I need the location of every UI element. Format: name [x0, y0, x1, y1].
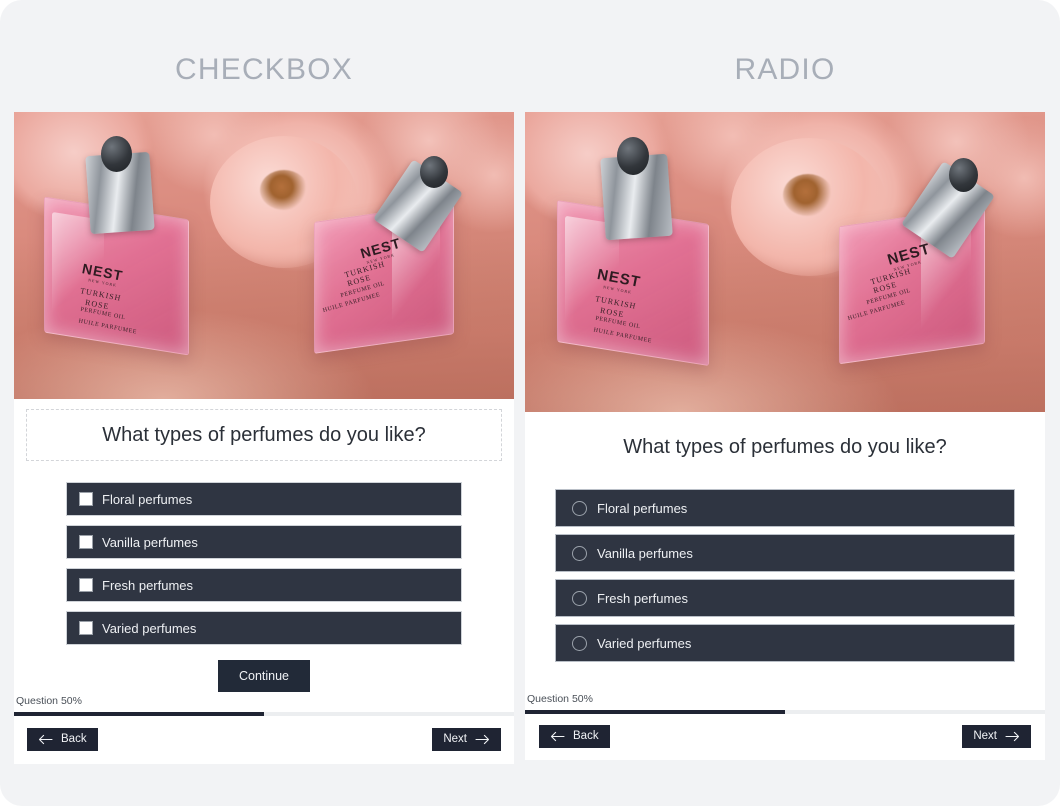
checkbox-icon[interactable]	[79, 578, 93, 592]
option-label: Varied perfumes	[102, 620, 197, 636]
hero-product-image-radio: NEST NEW YORK TURKISH ROSE PERFUME OIL H…	[525, 112, 1045, 412]
option-label: Floral perfumes	[597, 500, 688, 516]
option-list-checkbox: Floral perfumes Vanilla perfumes Fresh p…	[66, 482, 462, 645]
survey-card-radio: NEST NEW YORK TURKISH ROSE PERFUME OIL H…	[525, 112, 1045, 760]
radio-option-floral[interactable]: Floral perfumes	[555, 489, 1015, 527]
footer-checkbox: Question 50% Back Next	[14, 695, 514, 765]
radio-icon[interactable]	[572, 635, 587, 651]
arrow-left-icon	[550, 731, 565, 742]
checkbox-option-varied[interactable]: Varied perfumes	[66, 611, 462, 645]
option-label: Fresh perfumes	[597, 590, 689, 606]
arrow-left-icon	[38, 734, 53, 745]
option-label: Vanilla perfumes	[102, 534, 198, 550]
checkbox-icon[interactable]	[79, 535, 93, 549]
arrow-right-icon	[1005, 731, 1020, 742]
checkbox-option-floral[interactable]: Floral perfumes	[66, 482, 462, 516]
option-label: Fresh perfumes	[102, 577, 194, 593]
hero-product-image-checkbox: NEST NEW YORK TURKISH ROSE PERFUME OIL H…	[14, 112, 514, 399]
nav-bar-radio: Back Next	[525, 714, 1045, 761]
checkbox-icon[interactable]	[79, 621, 93, 635]
column-heading-radio: RADIO	[734, 53, 836, 86]
footer-radio: Question 50% Back Next	[525, 693, 1045, 761]
question-text-checkbox: What types of perfumes do you like?	[26, 409, 502, 461]
question-text-radio: What types of perfumes do you like?	[623, 436, 947, 458]
checkbox-option-fresh[interactable]: Fresh perfumes	[66, 568, 462, 602]
back-button-label: Back	[61, 732, 87, 745]
dropper-knob-right	[949, 158, 978, 192]
checkbox-option-vanilla[interactable]: Vanilla perfumes	[66, 525, 462, 559]
continue-button[interactable]: Continue	[217, 660, 311, 692]
dropper-knob-right	[420, 156, 448, 188]
option-list-radio: Floral perfumes Vanilla perfumes Fresh p…	[555, 489, 1015, 662]
option-label: Vanilla perfumes	[597, 545, 693, 561]
back-button-radio[interactable]: Back	[539, 724, 610, 748]
continue-button-row: Continue	[14, 660, 514, 692]
radio-option-varied[interactable]: Varied perfumes	[555, 624, 1015, 662]
perfume-bottle-right: NEST NEW YORK TURKISH ROSE PERFUME OIL H…	[314, 156, 464, 354]
radio-option-fresh[interactable]: Fresh perfumes	[555, 579, 1015, 617]
rose-stamen	[260, 170, 308, 210]
perfume-bottle-left: NEST NEW YORK TURKISH ROSE PERFUME OIL H…	[557, 137, 709, 367]
progress-label-radio: Question 50%	[527, 692, 593, 705]
progress-label-checkbox: Question 50%	[16, 694, 82, 707]
next-button-checkbox[interactable]: Next	[432, 727, 501, 751]
back-button-label: Back	[573, 729, 599, 742]
radio-icon[interactable]	[572, 590, 587, 606]
arrow-right-icon	[475, 734, 490, 745]
dropper-knob-left	[101, 136, 132, 172]
next-button-radio[interactable]: Next	[962, 724, 1031, 748]
radio-icon[interactable]	[572, 500, 587, 516]
column-heading-checkbox: CHECKBOX	[175, 53, 353, 86]
option-label: Varied perfumes	[597, 635, 692, 651]
dropper-knob-left	[617, 137, 649, 175]
checkbox-icon[interactable]	[79, 492, 93, 506]
option-label: Floral perfumes	[102, 491, 193, 507]
perfume-bottle-left: NEST NEW YORK TURKISH ROSE PERFUME OIL H…	[44, 136, 189, 356]
radio-option-vanilla[interactable]: Vanilla perfumes	[555, 534, 1015, 572]
next-button-label: Next	[443, 732, 467, 745]
radio-icon[interactable]	[572, 545, 587, 561]
survey-card-checkbox: NEST NEW YORK TURKISH ROSE PERFUME OIL H…	[14, 112, 514, 764]
app-root: CHECKBOX RADIO NEST NEW YORK TURKISH ROS…	[0, 0, 1060, 806]
perfume-bottle-right: NEST NEW YORK TURKISH ROSE PERFUME OIL H…	[839, 158, 995, 365]
back-button-checkbox[interactable]: Back	[27, 727, 98, 751]
next-button-label: Next	[973, 729, 997, 742]
nav-bar-checkbox: Back Next	[14, 716, 514, 765]
rose-stamen	[783, 174, 833, 216]
